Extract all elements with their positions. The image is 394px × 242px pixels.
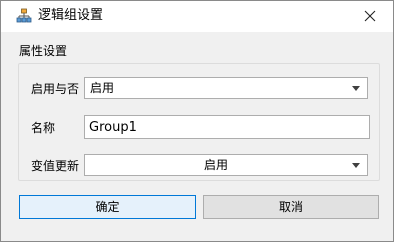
org-chart-icon [16,8,32,24]
properties-group: 启用与否 启用 名称 变值更新 启用 [18,63,380,181]
update-selected-value: 启用 [203,158,228,172]
chevron-down-icon [352,163,360,168]
name-input[interactable] [85,116,369,138]
close-button[interactable] [347,1,393,32]
update-combobox[interactable]: 启用 [84,154,368,176]
chevron-down-icon [352,86,360,91]
cancel-button[interactable]: 取消 [203,195,379,219]
close-icon [364,10,376,22]
group-title: 属性设置 [19,44,68,58]
title-bar[interactable]: 逻辑组设置 [1,1,393,32]
dialog-window: 逻辑组设置 属性设置 启用与否 启用 名称 变值更新 启用 确定 取消 [0,0,394,242]
ok-button[interactable]: 确定 [19,195,196,219]
enable-combobox[interactable]: 启用 [84,77,368,99]
enable-selected-value: 启用 [90,81,115,95]
name-label: 名称 [31,121,56,135]
update-label: 变值更新 [31,159,80,173]
window-title: 逻辑组设置 [38,8,104,23]
name-field-box [84,115,370,139]
enable-label: 启用与否 [31,82,80,96]
